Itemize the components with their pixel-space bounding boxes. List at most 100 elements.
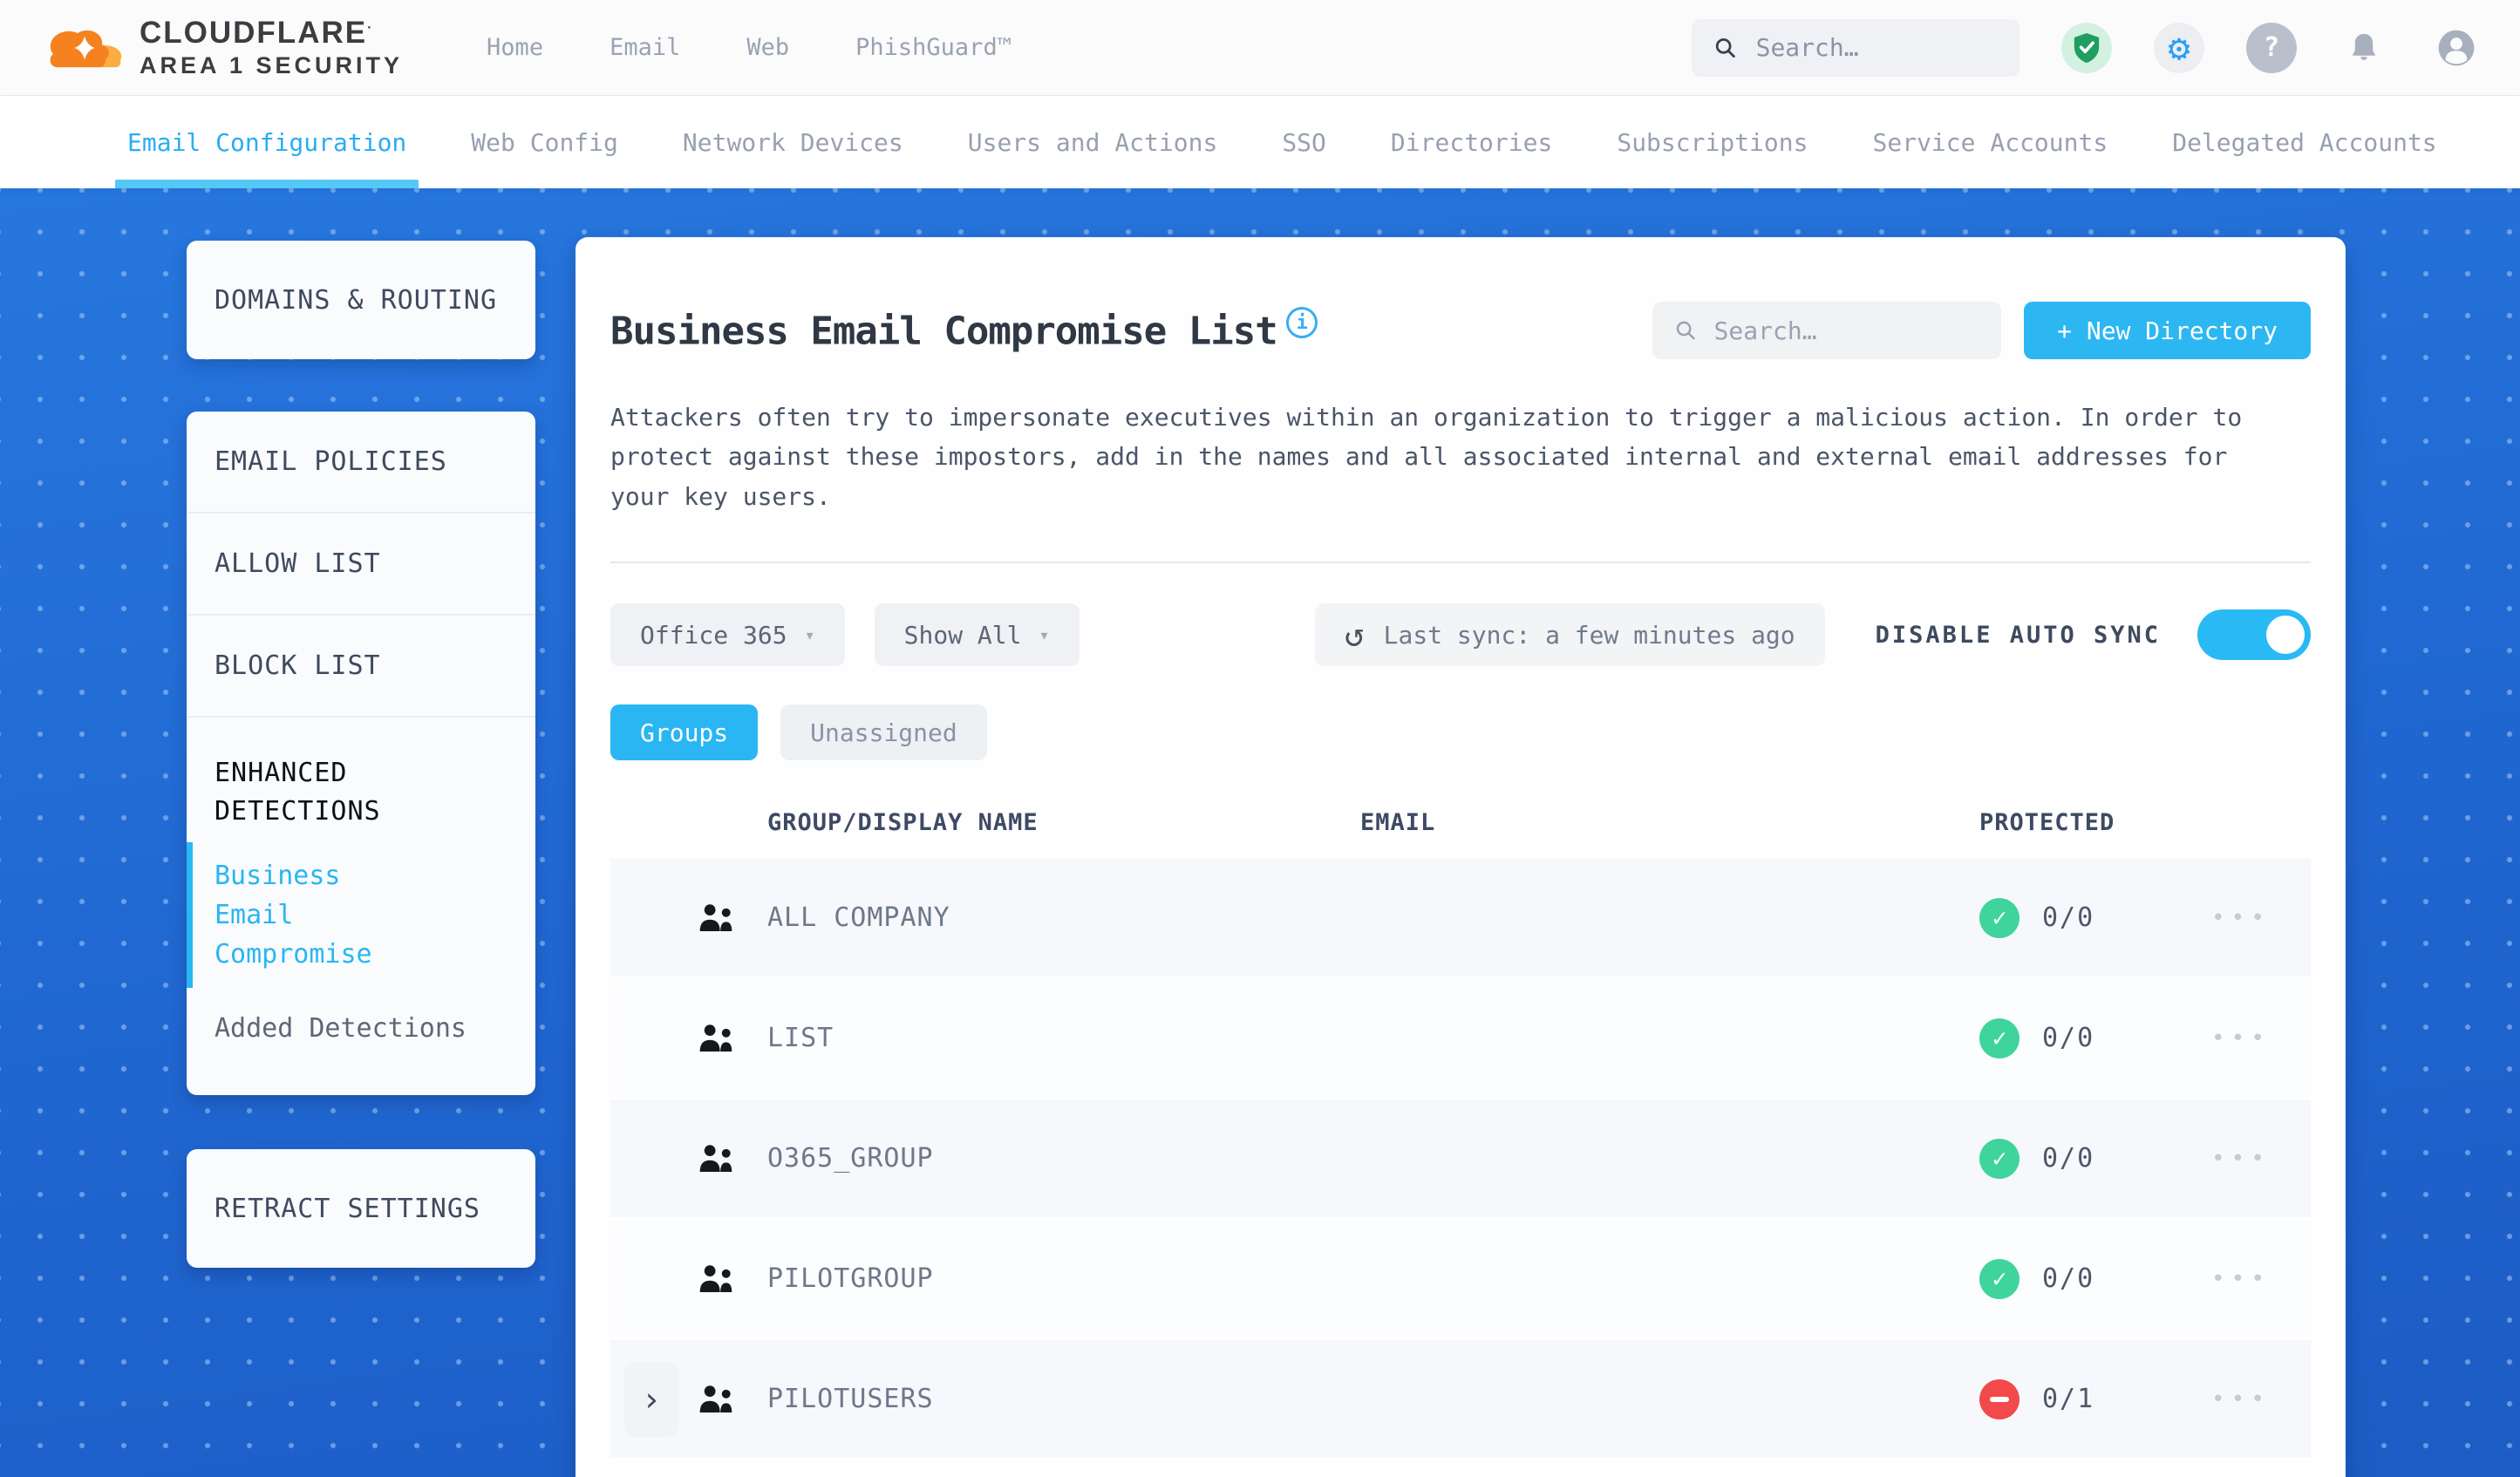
new-directory-button[interactable]: + New Directory [2024,302,2311,359]
group-name: PILOTGROUP [767,1263,934,1295]
sidebar-subitem-added-detections[interactable]: Added Detections [187,991,535,1065]
account-button[interactable] [2431,23,2482,73]
search-icon [1676,321,1695,340]
row-menu-button[interactable]: ••• [2171,1025,2311,1052]
search-icon [1715,37,1735,58]
view-tab-unassigned[interactable]: Unassigned [780,704,987,761]
row-menu-button[interactable]: ••• [2171,1146,2311,1172]
protected-count: 0/1 [2042,1384,2095,1415]
sidebar-item-block-list[interactable]: BLOCK LIST [187,616,535,718]
sidebar-item-enhanced-detections[interactable]: ENHANCED DETECTIONS [187,718,413,839]
expand-chevron-button[interactable]: › [624,1361,678,1437]
content-stage: DOMAINS & ROUTING EMAIL POLICIES ALLOW L… [0,188,2520,1477]
sidebar-menu-card: EMAIL POLICIES ALLOW LIST BLOCK LIST ENH… [187,412,535,1095]
sidebar-item-domains-routing[interactable]: DOMAINS & ROUTING [187,241,535,359]
security-status-button[interactable] [2061,22,2112,73]
gear-icon: ⚙ [2168,26,2190,69]
protected-status-icon: ✓ [1979,1258,2019,1299]
protected-count: 0/0 [2042,1263,2095,1295]
chevron-down-icon: ▾ [804,624,815,646]
protected-count: 0/0 [2042,1023,2095,1054]
group-icon [699,1385,732,1412]
nav-item-home[interactable]: Home [487,34,543,61]
trademark-mark: · [367,20,374,36]
sidebar: DOMAINS & ROUTING EMAIL POLICIES ALLOW L… [187,241,535,1320]
protected-status-icon: ✓ [1979,897,2019,938]
cloudflare-logo: CLOUDFLARE· AREA 1 SECURITY [44,16,403,79]
nav-item-web[interactable]: Web [746,34,789,61]
column-email: EMAIL [1360,809,1436,837]
info-icon[interactable]: i [1285,307,1318,339]
nav-item-phishguard[interactable]: PhishGuard™ [855,34,1011,61]
protected-status-icon: ✓ [1979,1018,2019,1058]
table-row[interactable]: › PILOTGROUP ✓0/0 ••• [610,1220,2311,1341]
group-icon [699,1264,732,1292]
group-name: LIST [767,1023,834,1054]
sidebar-item-allow-list[interactable]: ALLOW LIST [187,514,535,616]
tab-delegated-accounts[interactable]: Delegated Accounts [2172,96,2436,188]
tab-network-devices[interactable]: Network Devices [683,96,903,188]
sidebar-item-email-policies[interactable]: EMAIL POLICIES [187,412,535,514]
primary-nav: Home Email Web PhishGuard™ [487,34,1011,61]
group-name: O365_GROUP [767,1143,934,1174]
global-search[interactable] [1692,18,2019,77]
auto-sync-toggle[interactable] [2197,609,2311,661]
section-divider [610,562,2311,564]
nav-item-email[interactable]: Email [610,34,680,61]
secondary-nav: Email Configuration Web Config Network D… [0,96,2520,188]
list-search-input[interactable] [1713,316,1979,345]
shield-check-icon [2074,32,2100,63]
toggle-knob [2266,616,2305,655]
tab-subscriptions[interactable]: Subscriptions [1617,96,1808,188]
tab-directories[interactable]: Directories [1391,96,1552,188]
protected-status-icon: ✓ [1979,1378,2019,1419]
chevron-down-icon: ▾ [1039,624,1050,646]
group-name: PILOTUSERS [767,1384,934,1415]
tab-web-config[interactable]: Web Config [471,96,618,188]
group-icon [699,903,732,931]
refresh-icon: ↺ [1344,616,1365,655]
page-title: Business Email Compromise List i [610,307,1318,354]
tab-sso[interactable]: SSO [1282,96,1326,188]
page-description: Attackers often try to impersonate execu… [610,403,2243,511]
help-icon: ? [2263,32,2280,63]
brand-name: CLOUDFLARE· [140,16,374,50]
top-header: CLOUDFLARE· AREA 1 SECURITY Home Email W… [0,0,2520,96]
notifications-button[interactable] [2339,23,2389,73]
group-table: › ALL COMPANY ✓0/0 ••• › LIST ✓0/0 ••• ›… [610,859,2311,1461]
cloudflare-cloud-icon [50,30,122,67]
row-menu-button[interactable]: ••• [2171,905,2311,931]
table-row[interactable]: › ALL COMPANY ✓0/0 ••• [610,859,2311,980]
sidebar-subitem-business-email-compromise[interactable]: Business Email Compromise [187,839,448,991]
table-row[interactable]: › O365_GROUP ✓0/0 ••• [610,1099,2311,1221]
list-search[interactable] [1652,302,2002,359]
settings-button[interactable]: ⚙ [2154,22,2204,73]
tab-email-configuration[interactable]: Email Configuration [114,96,419,188]
row-menu-button[interactable]: ••• [2171,1386,2311,1412]
show-filter-dropdown[interactable]: Show All ▾ [874,603,1080,667]
bell-icon [2352,33,2376,60]
protected-count: 0/0 [2042,902,2095,934]
table-row[interactable]: › LIST ✓0/0 ••• [610,979,2311,1100]
auto-sync-label: DISABLE AUTO SYNC [1875,621,2161,649]
main-panel: Business Email Compromise Listi + New Di… [576,237,2346,1477]
group-name: ALL COMPANY [767,902,950,934]
global-search-input[interactable] [1755,33,1997,62]
column-protected: PROTECTED [1979,809,2115,837]
column-group-display-name: GROUP/DISPLAY NAME [767,809,1039,837]
last-sync-text: Last sync: a few minutes ago [1383,620,1795,650]
brand-subtitle: AREA 1 SECURITY [140,52,404,78]
last-sync-button[interactable]: ↺ Last sync: a few minutes ago [1314,603,1825,667]
row-menu-button[interactable]: ••• [2171,1266,2311,1292]
directory-dropdown[interactable]: Office 365 ▾ [610,603,845,667]
protected-count: 0/0 [2042,1143,2095,1174]
help-button[interactable]: ? [2246,22,2297,73]
view-tab-groups[interactable]: Groups [610,704,759,761]
group-icon [699,1144,732,1172]
tab-users-and-actions[interactable]: Users and Actions [968,96,1218,188]
table-header: GROUP/DISPLAY NAME EMAIL PROTECTED [610,809,2311,859]
table-row[interactable]: › PILOTUSERS ✓ 0/1 ••• [610,1340,2311,1461]
tab-service-accounts[interactable]: Service Accounts [1873,96,2108,188]
sidebar-item-retract-settings[interactable]: RETRACT SETTINGS [187,1149,535,1268]
protected-status-icon: ✓ [1979,1138,2019,1179]
